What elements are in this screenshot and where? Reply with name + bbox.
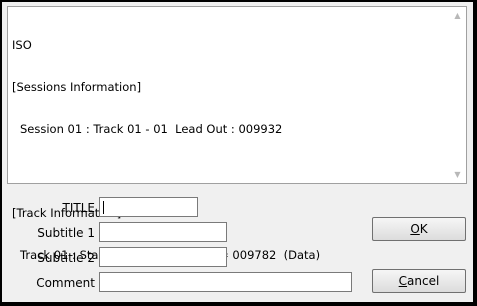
session-info-textbox[interactable]: ISO [Sessions Information] Session 01 : …	[7, 6, 467, 262]
title-label: TITLE	[62, 201, 95, 215]
ok-accelerator: O	[410, 222, 420, 236]
info-line-session: Session 01 : Track 01 - 01 Lead Out : 00…	[20, 122, 283, 136]
scroll-up-arrow-icon[interactable]: ▲	[449, 7, 466, 24]
info-line-sessions-header: [Sessions Information]	[12, 80, 142, 94]
session-info-text: ISO [Sessions Information] Session 01 : …	[12, 10, 446, 290]
subtitle-2-input[interactable]	[99, 247, 227, 267]
comment-input[interactable]	[99, 272, 352, 292]
cancel-button[interactable]: Cancel	[372, 269, 466, 293]
comment-label: Comment	[36, 276, 95, 290]
vertical-scrollbar[interactable]: ▲ ▼	[448, 7, 466, 183]
subtitle-1-label: Subtitle 1	[37, 226, 95, 240]
ok-button[interactable]: OK	[372, 217, 466, 241]
scroll-down-arrow-icon[interactable]: ▼	[449, 166, 466, 183]
subtitle-1-input[interactable]	[99, 222, 227, 242]
subtitle-2-label: Subtitle 2	[37, 251, 95, 265]
info-line-format: ISO	[12, 38, 32, 52]
disc-info-dialog: ISO [Sessions Information] Session 01 : …	[2, 2, 473, 302]
title-input[interactable]	[99, 197, 198, 217]
cancel-label-rest: ancel	[407, 274, 440, 288]
text-caret	[103, 201, 104, 214]
info-line-blank	[12, 164, 446, 178]
ok-label-rest: K	[419, 222, 428, 236]
cancel-accelerator: C	[398, 274, 408, 288]
